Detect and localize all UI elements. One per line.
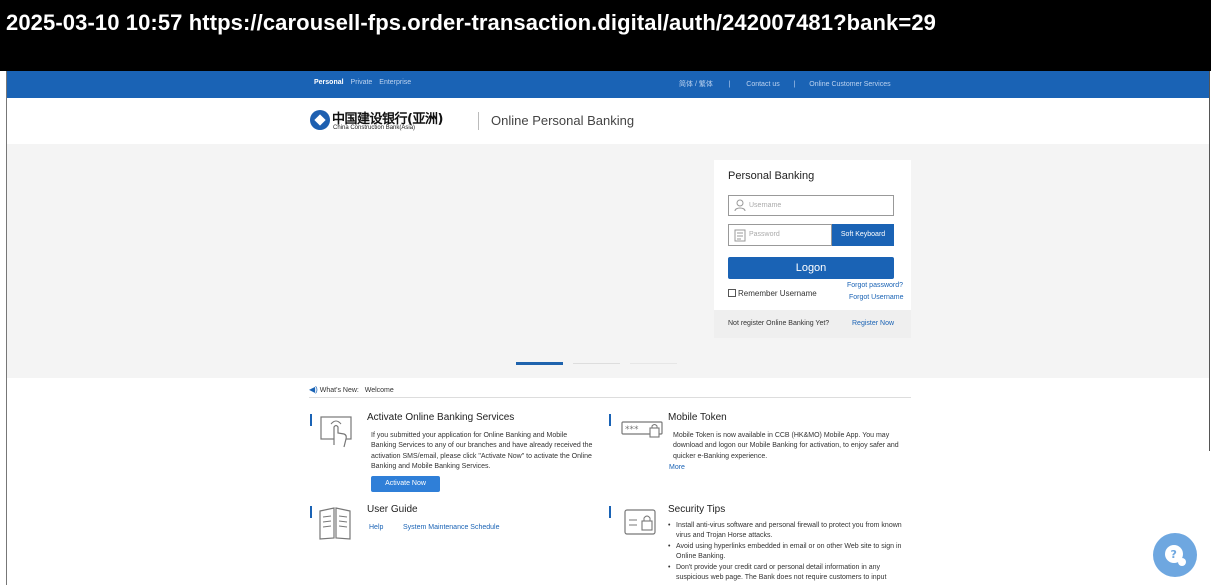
password-placeholder: Password [749, 231, 780, 238]
username-field[interactable]: Username [728, 195, 894, 216]
soft-keyboard-button[interactable]: Soft Keyboard [832, 224, 894, 246]
segment-tabs: Personal Private Enterprise [314, 79, 416, 86]
section-marker [310, 414, 312, 426]
bank-logo-icon[interactable] [310, 110, 330, 130]
user-guide-title: User Guide [367, 504, 418, 515]
keyboard-icon [734, 229, 746, 242]
register-now-link[interactable]: Register Now [852, 320, 894, 327]
whats-new-label: What's New: [319, 387, 359, 394]
section-marker [609, 506, 611, 518]
whats-new-ticker: ◀) What's New: Welcome [309, 385, 394, 394]
password-field[interactable]: Password [728, 224, 832, 246]
top-navigation: Personal Private Enterprise 简体 / 繁体 | Co… [7, 71, 1209, 98]
divider [309, 397, 911, 398]
speaker-icon: ◀) [309, 385, 318, 394]
activate-description: If you submitted your application for On… [371, 432, 593, 471]
svg-text:?: ? [1171, 548, 1177, 561]
mobile-token-description: Mobile Token is now available in CCB (HK… [673, 432, 899, 460]
language-switch[interactable]: 简体 / 繁体 [679, 81, 713, 88]
help-link[interactable]: Help [369, 524, 383, 531]
contact-us-link[interactable]: Contact us [746, 81, 779, 88]
carousel-indicator[interactable] [573, 363, 620, 364]
carousel-indicator[interactable] [630, 363, 677, 364]
nav-separator: | [728, 81, 731, 88]
chat-support-button[interactable]: ? [1153, 533, 1197, 577]
section-marker [609, 414, 611, 426]
capture-timestamp-url: 2025-03-10 10:57 https://carousell-fps.o… [6, 10, 937, 35]
maintenance-schedule-link[interactable]: System Maintenance Schedule [403, 524, 500, 531]
logon-button[interactable]: Logon [728, 257, 894, 279]
tab-private[interactable]: Private [351, 79, 373, 86]
security-tip: Install anti-virus software and personal… [668, 521, 913, 542]
section-marker [310, 506, 312, 518]
login-panel: Personal Banking Username Password Soft … [714, 160, 911, 338]
page-title: Online Personal Banking [491, 113, 635, 128]
customer-services-link[interactable]: Online Customer Services [809, 81, 890, 88]
username-placeholder: Username [749, 202, 782, 209]
touch-screen-icon [320, 416, 352, 448]
header-divider [478, 112, 479, 130]
book-icon [319, 507, 351, 540]
not-registered-text: Not register Online Banking Yet? [728, 320, 830, 327]
security-tips-title: Security Tips [668, 504, 726, 515]
nav-separator: | [793, 81, 796, 88]
scrollbar-track[interactable] [1209, 71, 1210, 451]
utility-links: 简体 / 繁体 | Contact us | Online Customer S… [679, 79, 895, 89]
activate-title: Activate Online Banking Services [367, 412, 515, 423]
remember-username[interactable]: Remember Username [728, 289, 817, 298]
security-tip: Avoid using hyperlinks embedded in email… [668, 542, 913, 563]
site-header: 中国建设银行(亚洲) China Construction Bank(Asia)… [7, 98, 1209, 144]
bank-name-english: China Construction Bank(Asia) [333, 125, 416, 131]
security-tips-list: Install anti-virus software and personal… [668, 521, 913, 583]
forgot-password-link[interactable]: Forgot password? [847, 282, 903, 289]
hero-banner [7, 144, 1209, 378]
remember-label: Remember Username [738, 289, 817, 298]
mobile-token-more-link[interactable]: More [669, 464, 685, 471]
tab-personal[interactable]: Personal [314, 79, 344, 86]
carousel-indicator-active[interactable] [516, 362, 563, 365]
remember-checkbox[interactable] [728, 289, 736, 297]
secure-card-icon [624, 509, 656, 535]
tab-enterprise[interactable]: Enterprise [379, 79, 411, 86]
register-bar: Not register Online Banking Yet? Registe… [714, 310, 911, 338]
svg-text:***: *** [625, 425, 639, 435]
capture-bar: 2025-03-10 10:57 https://carousell-fps.o… [0, 0, 1211, 71]
login-title: Personal Banking [728, 170, 815, 182]
password-token-icon: *** [621, 421, 663, 438]
chat-help-icon: ? [1165, 545, 1186, 566]
security-tip: Don't provide your credit card or person… [668, 563, 913, 584]
whats-new-item[interactable]: Welcome [365, 387, 394, 394]
forgot-username-link[interactable]: Forgot Username [849, 294, 903, 301]
mobile-token-title: Mobile Token [668, 412, 727, 423]
activate-now-button[interactable]: Activate Now [371, 476, 440, 492]
user-icon [734, 199, 746, 212]
